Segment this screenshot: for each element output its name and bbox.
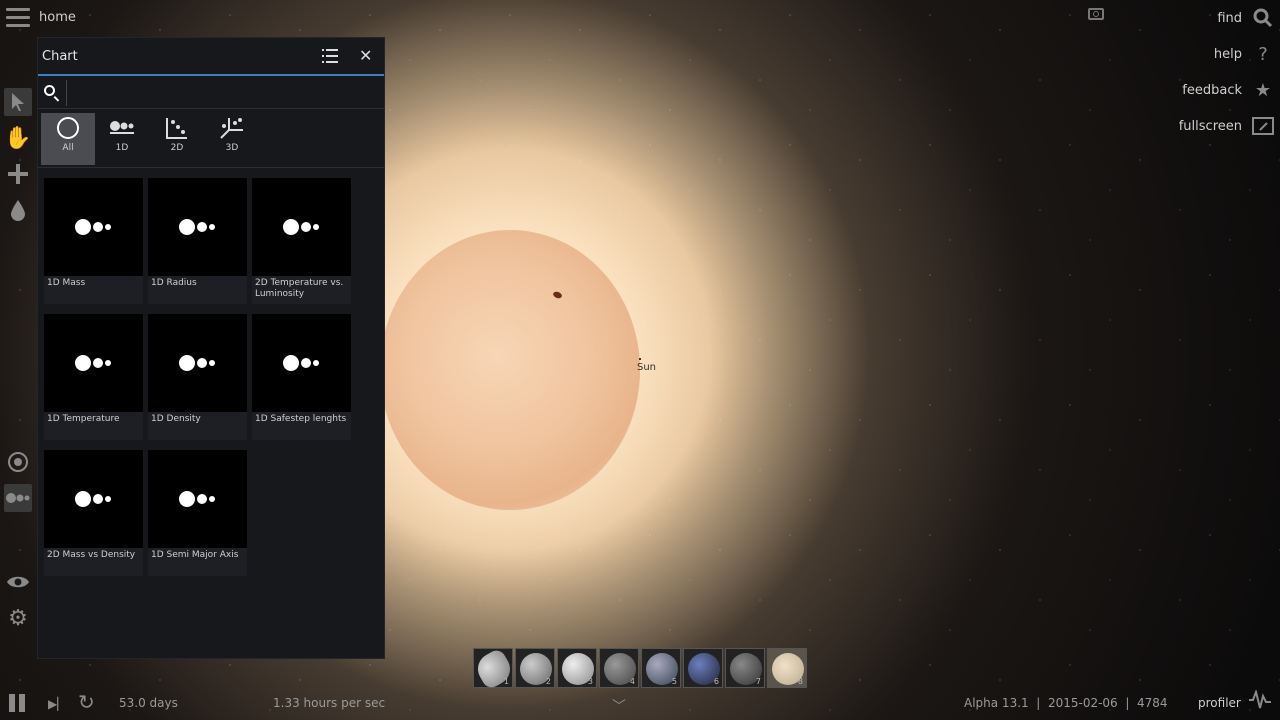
add-tool-icon[interactable] [4, 160, 32, 188]
chart-card-label: 2D Mass vs Density [47, 550, 136, 560]
elapsed-time: 53.0 days [119, 696, 178, 710]
filter-row: All 1D 2D 3D [38, 111, 384, 168]
chart-card[interactable]: 2D Mass vs Density [44, 450, 143, 576]
chart-thumbnail [148, 314, 247, 412]
help-label: help [1213, 46, 1242, 62]
find-label: find [1217, 10, 1242, 26]
chart-card-label: 1D Temperature [47, 414, 120, 424]
search-icon [1252, 7, 1274, 29]
planet-slot-1[interactable]: 1 [472, 647, 516, 691]
filter-label: All [62, 143, 74, 153]
select-tool-icon[interactable] [4, 88, 32, 116]
chart-thumbnail [148, 450, 247, 548]
planet-slot-3[interactable]: 3 [557, 648, 597, 688]
slot-number: 3 [587, 677, 593, 686]
slot-number: 4 [629, 677, 635, 686]
profiler-icon[interactable] [1248, 688, 1272, 715]
chart-card[interactable]: 2D Temperature vs. Luminosity [252, 178, 351, 304]
step-forward-icon[interactable]: ▶▏ [48, 697, 66, 711]
planet-slot-7[interactable]: 7 [725, 648, 765, 688]
chart-card[interactable]: 1D Temperature [44, 314, 143, 440]
version-status: Alpha 13.1 | 2015-02-06 | 4784 [964, 696, 1168, 710]
three-d-icon [205, 113, 259, 143]
chart-card[interactable]: 1D Semi Major Axis [148, 450, 247, 576]
drop-tool-icon[interactable] [4, 196, 32, 224]
planet-slot-5[interactable]: 5 [641, 648, 681, 688]
chart-thumbnail [44, 178, 143, 276]
search-input[interactable] [66, 80, 387, 106]
close-icon[interactable]: ✕ [359, 46, 372, 65]
slot-number: 6 [713, 677, 719, 686]
star-icon: ★ [1254, 79, 1272, 101]
sun-object[interactable] [380, 230, 640, 510]
orbit-tool-icon[interactable] [4, 448, 32, 476]
panel-title: Chart [42, 49, 78, 64]
reset-time-icon[interactable]: ↻ [78, 690, 100, 714]
circle-icon [41, 113, 95, 143]
planet-slot-6[interactable]: 6 [683, 648, 723, 688]
list-view-icon[interactable] [322, 49, 338, 63]
fullscreen-label: fullscreen [1178, 118, 1242, 134]
slot-number: 1 [503, 677, 509, 686]
slot-number: 8 [797, 677, 803, 686]
planet-slot-8[interactable]: 8 [767, 648, 807, 688]
chart-card[interactable]: 1D Radius [148, 178, 247, 304]
chart-thumbnail [44, 314, 143, 412]
settings-gear-icon[interactable]: ⚙ [4, 604, 32, 632]
chart-thumbnail [148, 178, 247, 276]
sun-label[interactable]: Sun [637, 362, 656, 373]
chart-card-label: 1D Density [151, 414, 201, 424]
hand-tool-icon[interactable]: ✋ [4, 124, 32, 152]
filter-3d[interactable]: 3D [205, 113, 259, 165]
chart-panel: Chart ✕ All 1D 2D 3D 1D Mass 1D Radius 2… [37, 37, 387, 659]
feedback-button[interactable]: feedback ★ [1182, 72, 1274, 108]
slot-number: 2 [545, 677, 551, 686]
search-row [38, 76, 387, 109]
slot-number: 5 [671, 677, 677, 686]
chart-tool-icon[interactable] [4, 484, 32, 512]
profiler-button[interactable]: profiler [1198, 696, 1241, 710]
time-speed[interactable]: 1.33 hours per sec [273, 696, 385, 710]
one-d-icon [95, 113, 149, 143]
fullscreen-icon [1252, 115, 1274, 137]
chart-card[interactable]: 1D Density [148, 314, 247, 440]
chart-card[interactable]: 1D Safestep lenghts [252, 314, 351, 440]
sun-marker [639, 358, 641, 360]
chart-card-label: 2D Temperature vs. Luminosity [255, 278, 344, 299]
search-icon [44, 85, 55, 96]
view-tool-icon[interactable] [4, 568, 32, 596]
chart-thumbnail [44, 450, 143, 548]
chart-card-label: 1D Radius [151, 278, 197, 288]
home-button[interactable]: home [39, 10, 76, 25]
filter-2d[interactable]: 2D [150, 113, 204, 165]
two-d-icon [150, 113, 204, 143]
filter-label: 3D [225, 143, 239, 153]
fullscreen-button[interactable]: fullscreen [1179, 108, 1274, 144]
chart-card-label: 1D Safestep lenghts [255, 414, 347, 424]
filter-1d[interactable]: 1D [95, 113, 149, 165]
chart-thumbnail [252, 178, 351, 276]
planet-slot-4[interactable]: 4 [599, 648, 639, 688]
chart-thumbnail [252, 314, 351, 412]
chart-card-label: 1D Semi Major Axis [151, 550, 239, 560]
camera-icon[interactable] [1088, 8, 1104, 20]
planet-slot-2[interactable]: 2 [515, 648, 555, 688]
pause-icon[interactable] [9, 694, 27, 712]
question-icon: ? [1258, 43, 1268, 65]
find-button[interactable]: find [1217, 0, 1274, 36]
hamburger-menu-icon[interactable] [6, 8, 30, 28]
slot-number: 7 [755, 677, 761, 686]
filter-label: 1D [115, 143, 129, 153]
filter-all[interactable]: All [41, 113, 95, 165]
feedback-label: feedback [1182, 82, 1242, 98]
filter-label: 2D [170, 143, 184, 153]
help-button[interactable]: help ? [1214, 36, 1274, 72]
chart-card[interactable]: 1D Mass [44, 178, 143, 304]
chart-panel-header: Chart ✕ [38, 38, 384, 76]
chart-card-label: 1D Mass [47, 278, 86, 288]
chevron-down-icon[interactable]: ﹀ [612, 696, 626, 716]
